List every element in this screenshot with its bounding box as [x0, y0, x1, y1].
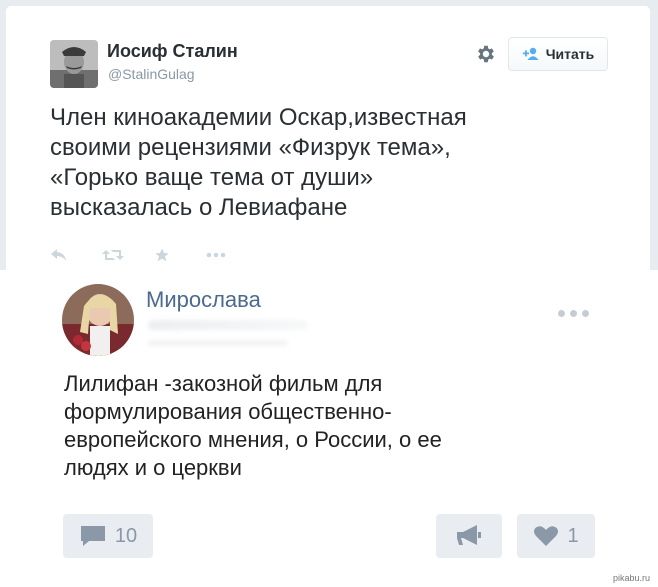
- user-avatar[interactable]: [50, 40, 98, 88]
- tweet-actions: [50, 244, 258, 266]
- reply-icon[interactable]: [50, 247, 74, 263]
- comments-button[interactable]: 10: [63, 514, 153, 558]
- embedded-post-screenshot: Мирослава Лилифан -закозной фильм для фо…: [0, 270, 658, 587]
- watermark: pikabu.ru: [613, 573, 651, 583]
- author-avatar[interactable]: [62, 284, 134, 356]
- user-name[interactable]: Иосиф Сталин: [107, 41, 238, 62]
- blurred-meta: [148, 320, 308, 330]
- follow-button-label: Читать: [545, 46, 595, 62]
- author-name[interactable]: Мирослава: [146, 287, 261, 313]
- author-photo-image: [62, 284, 134, 356]
- user-handle[interactable]: @StalinGulag: [108, 66, 195, 82]
- stalin-portrait-image: [50, 40, 98, 88]
- post-text: Лилифан -закозной фильм для формулирован…: [64, 371, 442, 480]
- tweet-text: Член киноакадемии Оскар,известная своими…: [50, 104, 467, 221]
- post-more-icon[interactable]: [558, 310, 594, 317]
- favorite-icon[interactable]: [154, 247, 178, 263]
- likes-count: 1: [567, 524, 579, 547]
- comments-count: 10: [114, 524, 138, 547]
- heart-icon: [533, 525, 559, 547]
- comment-icon: [79, 524, 107, 548]
- blurred-meta-secondary: [148, 340, 288, 346]
- more-icon[interactable]: [206, 247, 230, 263]
- follow-button[interactable]: Читать: [508, 37, 608, 71]
- add-user-icon: [522, 47, 540, 61]
- megaphone-icon: [455, 524, 483, 548]
- share-button[interactable]: [436, 514, 502, 558]
- like-button[interactable]: 1: [517, 514, 595, 558]
- retweet-icon[interactable]: [102, 247, 126, 263]
- gear-icon[interactable]: [475, 43, 497, 65]
